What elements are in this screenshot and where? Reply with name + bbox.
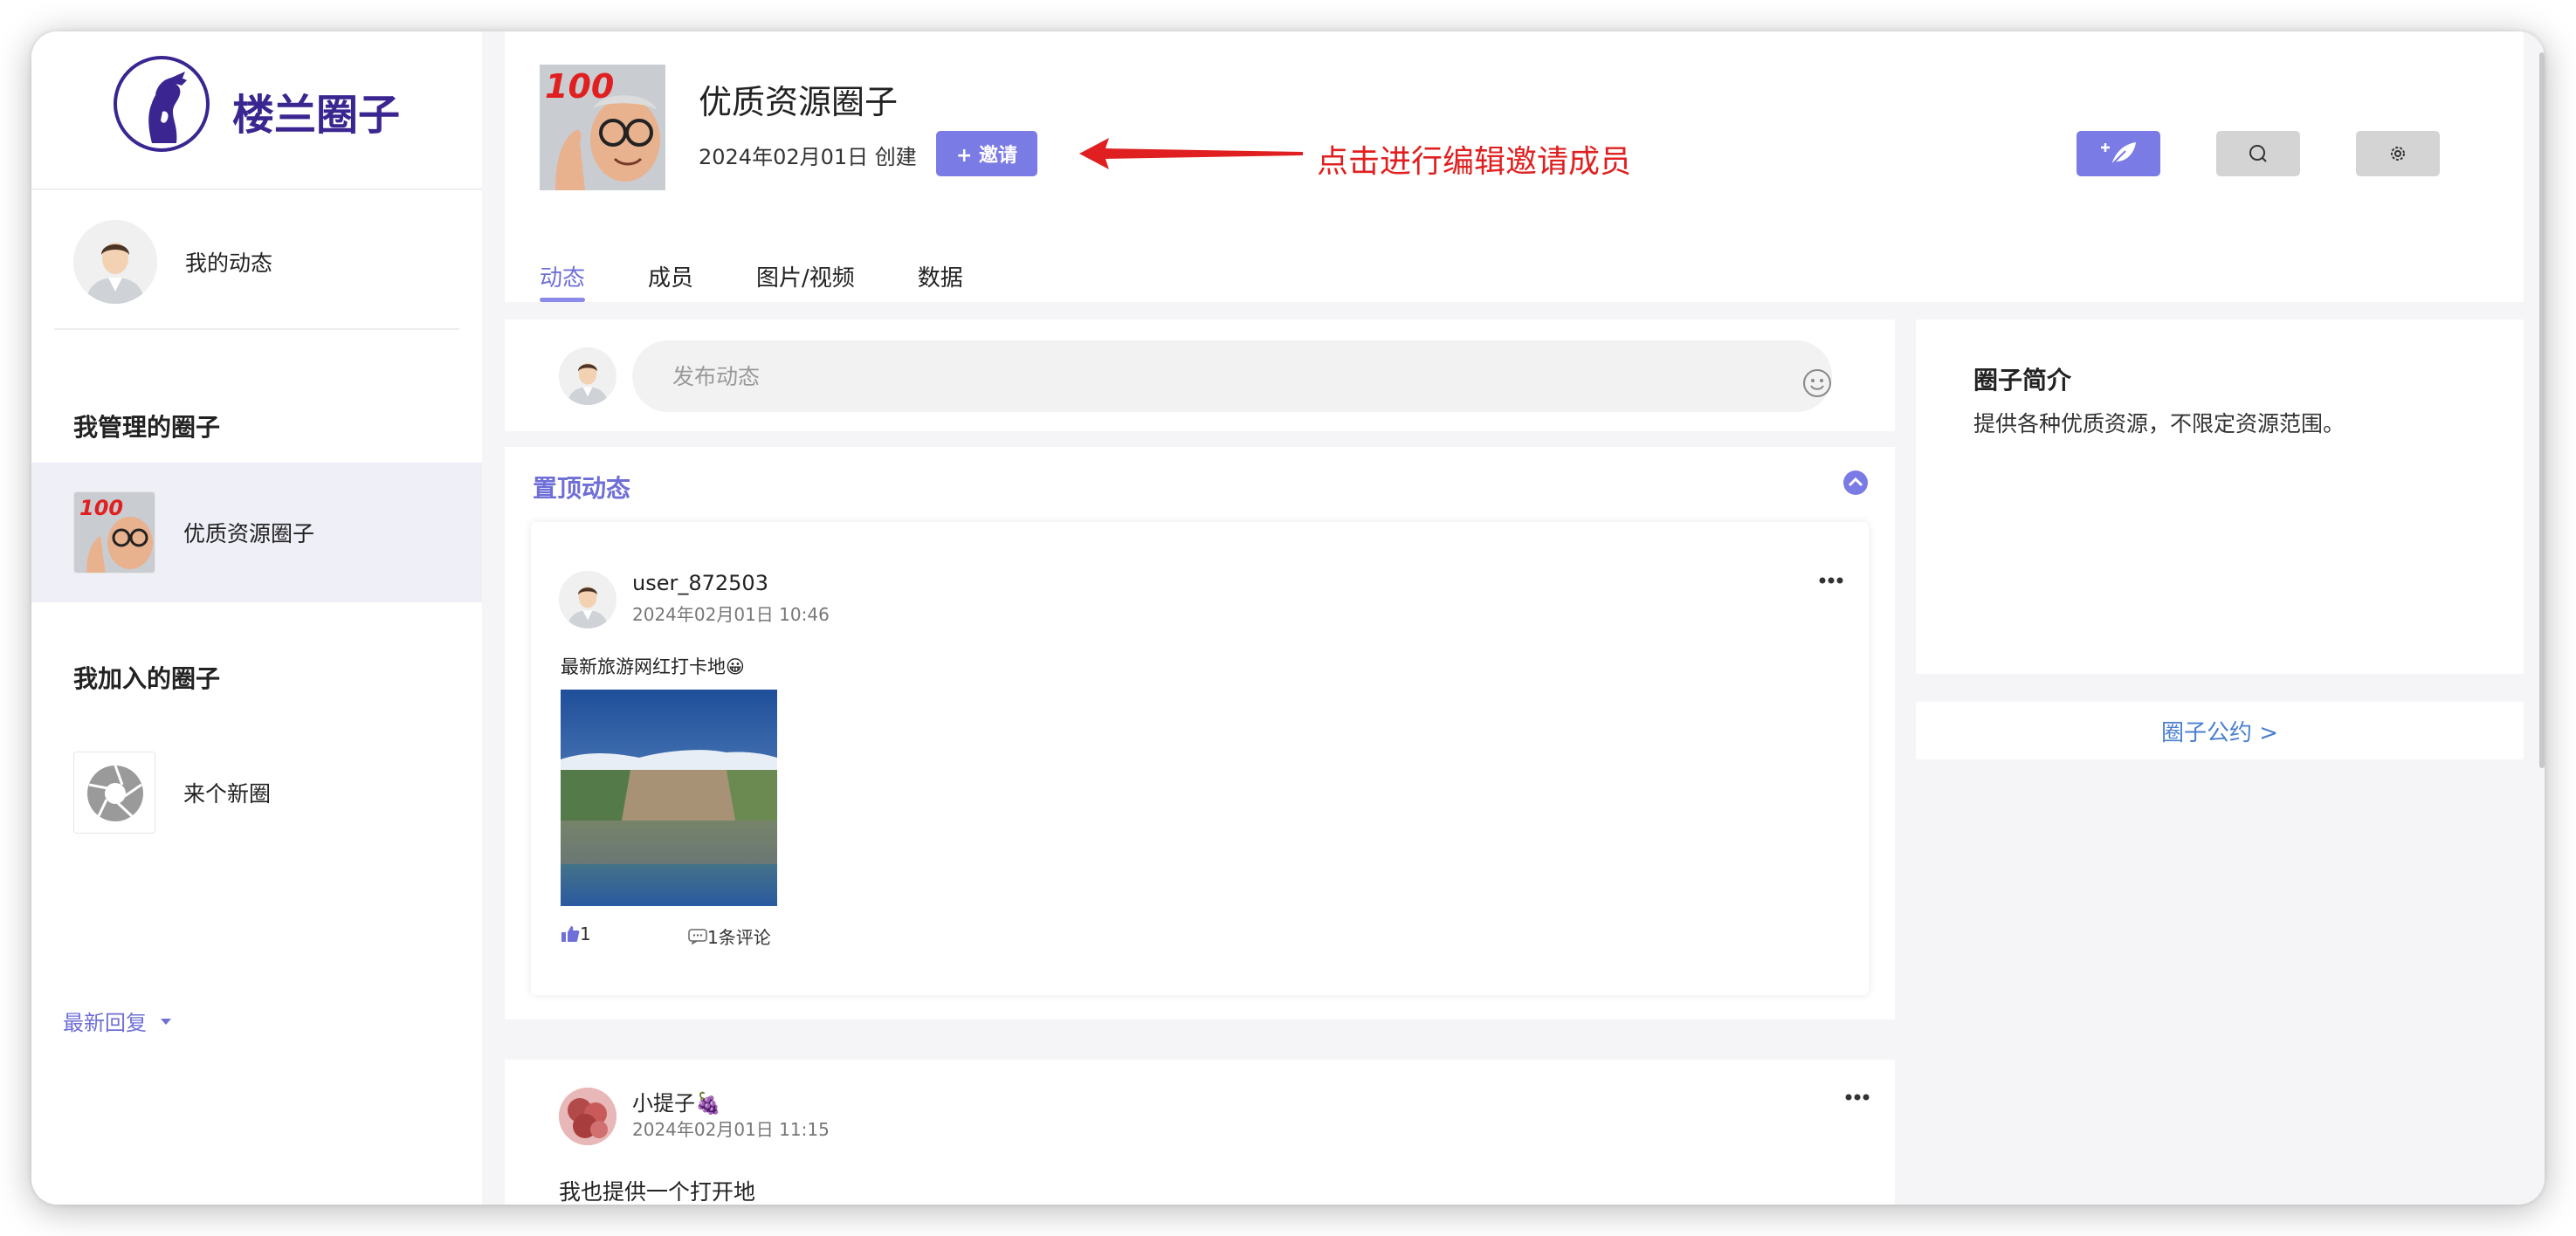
comment-icon: [688, 928, 707, 944]
sort-latest-reply-dropdown[interactable]: 最新回复: [63, 1006, 173, 1036]
like-button[interactable]: 1: [561, 924, 591, 944]
managed-circles-title: 我管理的圈子: [73, 413, 221, 442]
sort-label: 最新回复: [63, 1011, 147, 1035]
post-author-name[interactable]: user_872503: [632, 571, 768, 595]
post-timestamp: 2024年02月01日 10:46: [632, 604, 830, 625]
post-card: 小提子🍇 2024年02月01日 11:15 我也提供一个打开地: [505, 1060, 1895, 1205]
svg-text:100: 100: [79, 496, 123, 520]
tab-data[interactable]: 数据: [918, 260, 963, 302]
joined-circles-title: 我加入的圈子: [73, 664, 221, 693]
post-author-name[interactable]: 小提子🍇: [632, 1086, 721, 1116]
page-scrollbar[interactable]: [2539, 52, 2545, 768]
tab-media[interactable]: 图片/视频: [756, 260, 855, 302]
circle-created-date: 2024年02月01日 创建: [699, 145, 917, 169]
tab-feed[interactable]: 动态: [540, 260, 586, 302]
pinned-posts-title: 置顶动态: [533, 474, 631, 503]
circle-intro-title: 圈子简介: [1973, 366, 2072, 395]
more-options-icon[interactable]: [1844, 1093, 1870, 1102]
caret-down-icon: [161, 1018, 171, 1025]
post-image-landscape[interactable]: [561, 690, 777, 906]
invite-button[interactable]: + 邀请: [936, 131, 1037, 176]
brand-header: 楼兰圈子: [31, 31, 482, 190]
like-count: 1: [580, 924, 591, 944]
settings-button[interactable]: [2356, 131, 2440, 176]
post-input[interactable]: [632, 340, 1832, 412]
pinned-post-card: user_872503 2024年02月01日 10:46 最新旅游网红打卡地😀: [531, 522, 1869, 995]
post-text: 我也提供一个打开地: [559, 1179, 756, 1205]
search-button[interactable]: [2216, 131, 2300, 176]
search-icon: [2249, 145, 2267, 162]
sidebar-item-joined-circle[interactable]: 来个新圈: [31, 723, 482, 862]
new-post-button[interactable]: [2077, 131, 2160, 176]
circle-tabs: 动态 成员 图片/视频 数据: [540, 260, 1026, 302]
circle-intro-text: 提供各种优质资源，不限定资源范围。: [1973, 411, 2345, 436]
sidebar-item-label: 优质资源圈子: [183, 521, 315, 546]
comment-count: 1条评论: [707, 927, 771, 948]
portrait-logo-icon: [114, 56, 210, 152]
annotation-arrow-icon: [1079, 138, 1303, 169]
sidebar-item-label: 我的动态: [185, 251, 273, 276]
emoji-icon[interactable]: [1802, 368, 1832, 398]
svg-text:100: 100: [545, 67, 614, 106]
post-timestamp: 2024年02月01日 11:15: [632, 1119, 830, 1140]
circle-cover-thumbnail: 100: [73, 491, 155, 573]
camera-shutter-icon: [73, 752, 155, 834]
circle-rules-link[interactable]: 圈子公约 >: [1916, 702, 2524, 759]
user-avatar: [559, 347, 616, 405]
brand-name: 楼兰圈子: [232, 91, 401, 140]
tab-members[interactable]: 成员: [648, 260, 693, 302]
thumbs-up-icon: [561, 926, 580, 942]
post-author-avatar[interactable]: [559, 571, 616, 628]
post-text: 最新旅游网红打卡地😀: [561, 656, 745, 677]
sidebar-item-label: 来个新圈: [183, 781, 272, 807]
pinned-posts-section: 置顶动态 user_872503 2024年02月01日 10:46 最新旅游网…: [505, 447, 1895, 1020]
sidebar-divider: [54, 328, 459, 330]
post-feather-icon: [2101, 142, 2136, 166]
annotation-text: 点击进行编辑邀请成员: [1317, 144, 1632, 180]
circle-cover-image: 100: [540, 65, 665, 190]
user-avatar: [73, 220, 157, 304]
post-composer: [505, 319, 1895, 431]
circle-title: 优质资源圈子: [699, 83, 899, 121]
settings-gear-icon: [2391, 147, 2405, 161]
more-options-icon[interactable]: [1818, 576, 1844, 585]
sidebar-item-managed-circle[interactable]: 100 优质资源圈子: [31, 463, 482, 602]
sidebar-item-my-feed[interactable]: 我的动态: [73, 216, 458, 307]
chevron-up-icon[interactable]: [1842, 470, 1869, 496]
circle-header: 100 优质资源圈子 2024年02月01日 创建 + 邀请 点击进行编辑邀请成…: [505, 31, 2524, 302]
app-window: 楼兰圈子 我的动态 我管理的圈子 100 优质资源圈子 我加入的圈子 来个新圈 …: [31, 31, 2545, 1205]
comments-button[interactable]: 1条评论: [688, 924, 771, 949]
circle-intro-card: 圈子简介 提供各种优质资源，不限定资源范围。: [1916, 319, 2524, 674]
post-author-avatar[interactable]: [559, 1088, 616, 1145]
